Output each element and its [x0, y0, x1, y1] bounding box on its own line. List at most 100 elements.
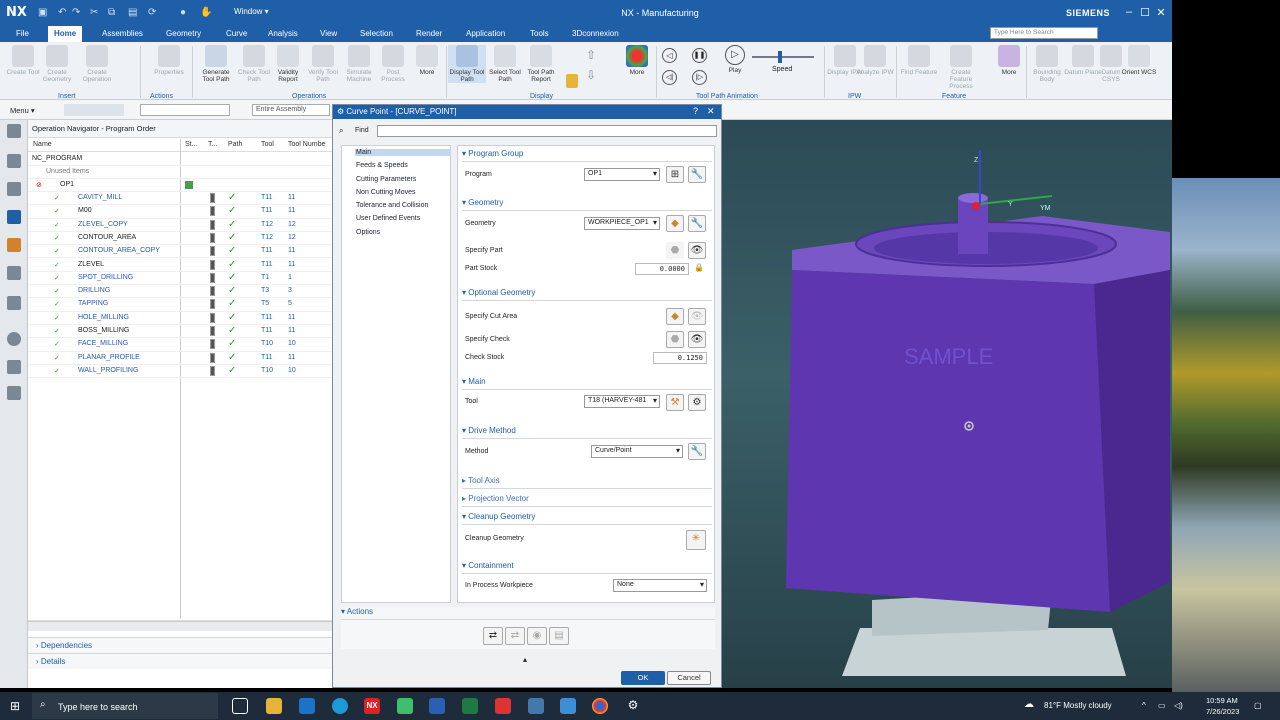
process-studio-icon[interactable]	[7, 360, 21, 374]
display-eye-icon[interactable]: 👁	[688, 308, 706, 325]
new-program-icon[interactable]: ⊞	[666, 166, 684, 183]
operations-more-button[interactable]: More	[408, 45, 446, 76]
window-menu[interactable]: Window ▾	[234, 7, 269, 16]
list-icon[interactable]: ▤	[549, 627, 569, 645]
taskbar-search[interactable]: ⌕ Type here to search	[32, 693, 218, 719]
tab-curve[interactable]: Curve	[220, 28, 253, 39]
network-icon[interactable]: ▭	[1158, 701, 1166, 710]
page-non-cutting-moves[interactable]: Non Cutting Moves	[356, 189, 416, 196]
tool-dropdown[interactable]: T18 (HARVEY-481	[584, 395, 660, 408]
tab-render[interactable]: Render	[410, 28, 448, 39]
table-row[interactable]: ✓ SPOT_DRILLING ✓ T1 1	[28, 272, 332, 286]
ipw-dropdown[interactable]: None	[613, 579, 707, 592]
table-row[interactable]: ✓ M00 ✓ T11 11	[28, 205, 332, 219]
vs-code-icon[interactable]	[397, 698, 413, 714]
feature-navigator-icon[interactable]	[7, 266, 21, 280]
edit-method-wrench-icon[interactable]: 🔧	[688, 443, 706, 460]
post-process-button[interactable]: Post Process	[374, 45, 412, 83]
notification-icon[interactable]: ▢	[1254, 701, 1262, 710]
collapse-arrow-icon[interactable]: ▴	[523, 655, 527, 664]
column-status[interactable]: St...	[185, 141, 197, 148]
find-input[interactable]	[377, 125, 717, 137]
bounding-body-button[interactable]: Bounding Body	[1028, 45, 1066, 83]
section-actions[interactable]: ▾ Actions	[341, 607, 715, 620]
tree-row-program[interactable]: ⊘ OP1	[28, 179, 332, 193]
section-containment[interactable]: ▾ Containment	[462, 561, 712, 574]
table-row[interactable]: ✓ CONTOUR_AREA ✓ T12 12	[28, 232, 332, 246]
jetbrains-icon[interactable]	[495, 698, 511, 714]
table-row[interactable]: ✓ WALL_PROFILING ✓ T10 10	[28, 365, 332, 379]
create-tool-button[interactable]: Create Tool	[4, 45, 42, 76]
page-options[interactable]: Options	[356, 229, 380, 236]
tab-view[interactable]: View	[314, 28, 343, 39]
section-cleanup-geometry[interactable]: ▾ Cleanup Geometry	[462, 512, 712, 525]
weather-text[interactable]: 81°F Mostly cloudy	[1044, 701, 1112, 710]
tree-row-unused[interactable]: Unused Items	[28, 166, 332, 180]
edge-icon[interactable]	[332, 698, 348, 714]
method-dropdown[interactable]: Curve/Point	[591, 445, 683, 458]
redo-icon[interactable]: ↷	[72, 7, 80, 18]
check-geometry-icon[interactable]: ⬣	[666, 331, 684, 348]
rewind-icon[interactable]: ◁	[662, 48, 677, 63]
clock-date[interactable]: 7/26/2023	[1206, 707, 1239, 716]
create-feature-process-button[interactable]: Create Feature Process	[942, 45, 980, 90]
speed-slider[interactable]	[752, 56, 814, 58]
details-panel[interactable]: › Details	[28, 653, 332, 669]
table-row[interactable]: ✓ FACE_MILLING ✓ T10 10	[28, 338, 332, 352]
new-geometry-icon[interactable]: ◆	[666, 215, 684, 232]
tree-row-root[interactable]: NC_PROGRAM	[28, 153, 332, 167]
column-path[interactable]: Path	[228, 141, 242, 148]
speed-slider-handle[interactable]	[778, 51, 782, 63]
play-button[interactable]: ▷ Play	[716, 45, 754, 74]
type-filter-dropdown[interactable]	[140, 104, 230, 116]
column-tool-number[interactable]: Tool Numbe	[288, 141, 325, 148]
check-stock-field[interactable]: 0.1250	[653, 352, 707, 364]
generate-tool-path-button[interactable]: Generate Tool Path	[197, 45, 235, 83]
lock-icon[interactable]: 🔒	[694, 263, 704, 272]
settings-gear-icon[interactable]: ⚙	[625, 698, 641, 714]
assembly-scope-dropdown[interactable]: Entire Assembly	[252, 104, 330, 116]
display-more-button[interactable]: More	[618, 45, 656, 76]
tray-chevron-icon[interactable]: ^	[1142, 701, 1146, 710]
nx-app-icon[interactable]: NX	[364, 698, 380, 714]
table-row[interactable]: ✓ PLANAR_PROFILE ✓ T11 11	[28, 352, 332, 365]
command-search-input[interactable]: Type Here to Search	[990, 27, 1098, 39]
cut-icon[interactable]: ✂	[90, 7, 98, 18]
minimize-icon[interactable]: –	[1122, 6, 1136, 18]
analyze-ipw-button[interactable]: Analyze IPW	[856, 45, 894, 76]
volume-icon[interactable]: ◁)	[1174, 701, 1183, 710]
maximize-icon[interactable]: ☐	[1138, 6, 1152, 19]
cancel-button[interactable]: Cancel	[667, 671, 711, 685]
geometry-dropdown[interactable]: WORKPIECE_OP1	[584, 217, 660, 230]
section-drive-method[interactable]: ▾ Drive Method	[462, 426, 712, 439]
pause-icon[interactable]: ❚❚	[692, 48, 707, 63]
simulate-machine-button[interactable]: Simulate Machine	[340, 45, 378, 83]
tab-assemblies[interactable]: Assemblies	[96, 28, 149, 39]
navigator-scrollbar[interactable]	[28, 621, 332, 631]
validity-report-button[interactable]: Validity Report	[269, 45, 307, 83]
page-tolerance-collision[interactable]: Tolerance and Collision	[356, 202, 428, 209]
page-cutting-parameters[interactable]: Cutting Parameters	[356, 176, 416, 183]
table-row[interactable]: ✓ BOSS_MILLING ✓ T11 11	[28, 325, 332, 339]
repeat-command-icon[interactable]: ⟳	[148, 7, 156, 18]
verify-tool-path-button[interactable]: Verify Tool Path	[304, 45, 342, 83]
file-explorer-icon[interactable]	[266, 698, 282, 714]
table-row[interactable]: ✓ DRILLING ✓ T3 3	[28, 285, 332, 299]
cut-area-icon[interactable]: ◆	[666, 308, 684, 325]
reuse-library-icon[interactable]	[7, 296, 21, 310]
table-row[interactable]: ✓ HOLE_MILLING ✓ T11 11	[28, 312, 332, 325]
section-optional-geometry[interactable]: ▾ Optional Geometry	[462, 288, 712, 301]
check-tool-path-button[interactable]: Check Tool Path	[235, 45, 273, 83]
part-select-icon[interactable]: ⬣	[666, 242, 684, 259]
verify-icon[interactable]: ◉	[527, 627, 547, 645]
program-dropdown[interactable]: OP1	[584, 168, 660, 181]
display-eye-icon[interactable]: 👁	[688, 242, 706, 259]
dependencies-panel[interactable]: › Dependencies	[28, 637, 332, 653]
create-operation-button[interactable]: Create Operation	[78, 45, 116, 83]
app-icon-2[interactable]	[560, 698, 576, 714]
tab-tools[interactable]: Tools	[524, 28, 555, 39]
gear-icon[interactable]	[7, 124, 21, 138]
tool-display-icon[interactable]	[566, 74, 578, 88]
edit-tool-icon[interactable]: ⚙	[688, 394, 706, 411]
find-feature-button[interactable]: Find Feature	[900, 45, 938, 76]
